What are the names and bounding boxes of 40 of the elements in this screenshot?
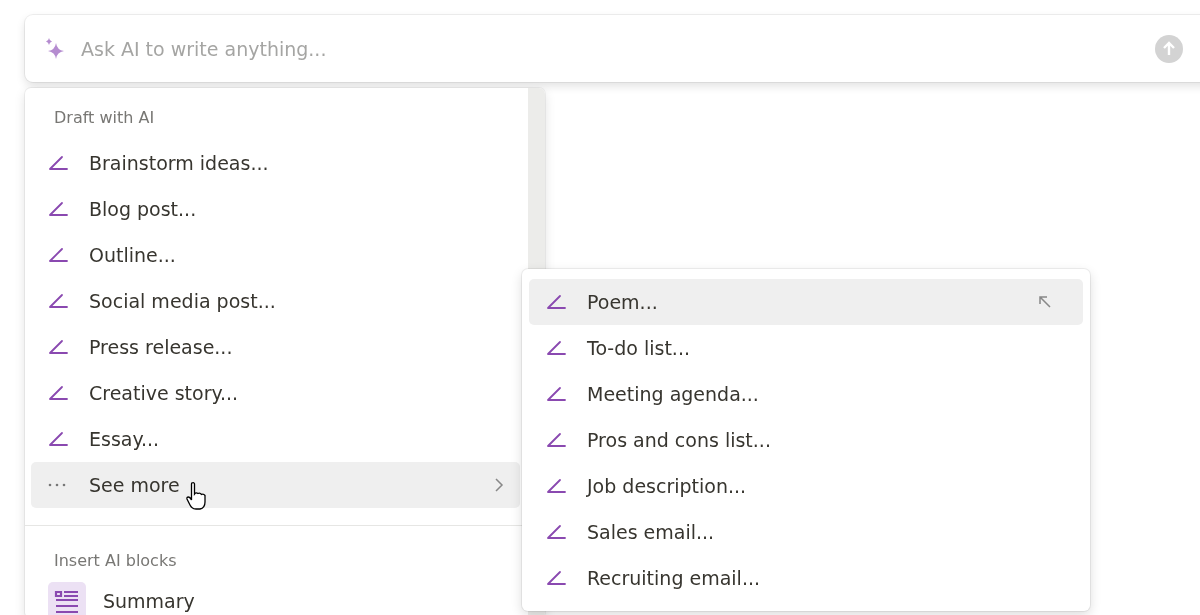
pen-icon: [47, 200, 69, 218]
more-icon: [47, 483, 67, 487]
pen-icon: [545, 339, 567, 357]
arrow-up-icon: [1162, 40, 1176, 57]
pen-icon: [47, 292, 69, 310]
pen-icon: [545, 385, 567, 403]
menu-item[interactable]: Social media post...: [31, 278, 520, 324]
menu-item[interactable]: Essay...: [31, 416, 520, 462]
pen-icon: [47, 154, 69, 172]
menu-item[interactable]: Press release...: [31, 324, 520, 370]
menu-item[interactable]: Pros and cons list...: [529, 417, 1083, 463]
menu-item[interactable]: Poem...: [529, 279, 1083, 325]
menu-item[interactable]: To-do list...: [529, 325, 1083, 371]
send-button[interactable]: [1155, 34, 1183, 63]
menu-item[interactable]: Recruiting email...: [529, 555, 1083, 601]
arrow-up-left-icon: [1037, 294, 1053, 310]
pen-icon: [545, 431, 567, 449]
ai-prompt-input[interactable]: Ask AI to write anything...: [79, 36, 1143, 61]
menu-item[interactable]: Blog post...: [31, 186, 520, 232]
pen-icon: [47, 430, 69, 448]
summary-icon: [48, 582, 86, 615]
section-heading: Draft with AI: [53, 106, 156, 129]
pen-icon: [545, 523, 567, 541]
menu-item[interactable]: Brainstorm ideas...: [31, 140, 520, 186]
menu-item[interactable]: Sales email...: [529, 509, 1083, 555]
section-heading: Insert AI blocks: [53, 549, 178, 572]
menu-item[interactable]: Job description...: [529, 463, 1083, 509]
menu-item[interactable]: See more: [31, 462, 520, 508]
menu-item[interactable]: Summary: [31, 578, 520, 615]
pen-icon: [545, 569, 567, 587]
menu-item[interactable]: Meeting agenda...: [529, 371, 1083, 417]
pen-icon: [47, 384, 69, 402]
chevron-right-icon: [494, 477, 504, 493]
menu-item[interactable]: Outline...: [31, 232, 520, 278]
pen-icon: [545, 293, 567, 311]
menu-item[interactable]: Creative story...: [31, 370, 520, 416]
pen-icon: [47, 246, 69, 264]
pen-icon: [545, 477, 567, 495]
pen-icon: [47, 338, 69, 356]
hand-cursor-icon: [185, 481, 209, 511]
